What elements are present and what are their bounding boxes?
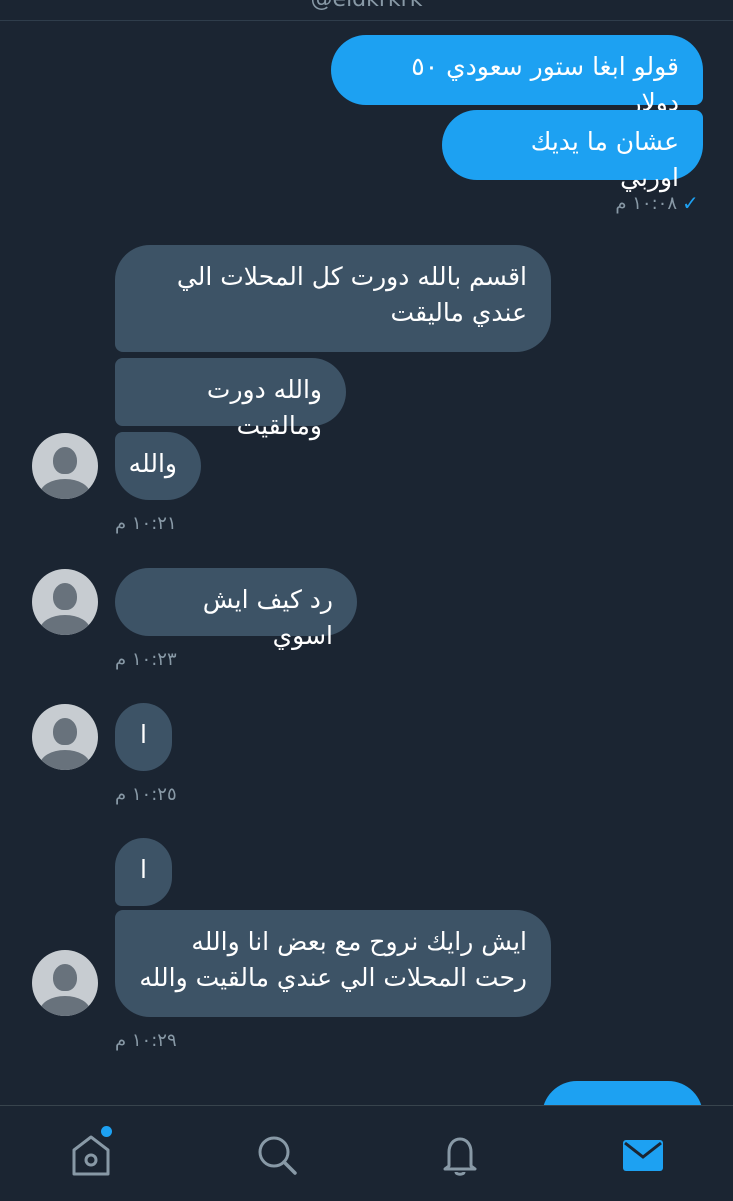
message-bubble-incoming[interactable]: اقسم بالله دورت كل المحلات الي عندي مالي… [115,245,551,352]
avatar-placeholder-icon [53,447,77,474]
message-text: ا [140,720,147,749]
avatar-placeholder-icon [53,583,77,610]
message-timestamp: ١٠:٢٣ م [115,649,177,670]
message-timestamp: ١٠:٢١ م [115,513,177,534]
message-text: والله دورت ومالقيت [206,375,322,440]
search-icon [258,1136,297,1175]
read-check-icon: ✓ [682,191,699,215]
message-bubble-incoming[interactable]: والله دورت ومالقيت [115,358,346,440]
message-bubble-incoming[interactable]: ا [115,838,172,906]
tab-home[interactable] [66,1130,116,1180]
notifications-icon [443,1137,477,1176]
tab-messages[interactable] [618,1130,668,1180]
avatar[interactable] [32,950,98,1016]
avatar-placeholder-icon [53,718,77,745]
message-timestamp: ١٠:٢٥ م [115,784,177,805]
message-bubble-incoming[interactable]: ا [115,703,172,771]
tab-search[interactable] [252,1130,302,1180]
message-text: ايش رايك نروح مع بعض انا والله رحت المحل… [139,927,527,992]
message-text: ا [140,855,147,884]
message-text: رد كيف ايش اسوي [202,585,333,650]
message-bubble-incoming[interactable]: رد كيف ايش اسوي [115,568,357,650]
message-text: عشان ما يديك اوربي [530,127,679,192]
message-bubble-incoming[interactable]: ايش رايك نروح مع بعض انا والله رحت المحل… [115,910,551,1017]
header-divider [0,20,733,21]
message-bubble-outgoing[interactable]: قولو ابغا ستور سعودي ٥٠ دولار [331,35,703,117]
home-icon [72,1135,110,1176]
message-timestamp: ١٠:٠٨ م [615,193,677,214]
tab-notifications[interactable] [435,1130,485,1180]
message-bubble-incoming[interactable]: والله [115,432,201,500]
message-text: قولو ابغا ستور سعودي ٥٠ دولار [411,52,679,117]
message-text: والله [128,449,177,478]
message-timestamp: ١٠:٢٩ م [115,1030,177,1051]
avatar[interactable] [32,569,98,635]
avatar[interactable] [32,704,98,770]
conversation-handle: @eldkrkrk [0,0,733,14]
message-text: اقسم بالله دورت كل المحلات الي عندي مالي… [176,262,527,327]
avatar-placeholder-icon [53,964,77,991]
notification-dot [101,1126,112,1137]
messages-icon [623,1140,663,1171]
avatar[interactable] [32,433,98,499]
bottom-tab-bar [0,1105,733,1201]
message-bubble-outgoing[interactable]: عشان ما يديك اوربي [442,110,703,192]
